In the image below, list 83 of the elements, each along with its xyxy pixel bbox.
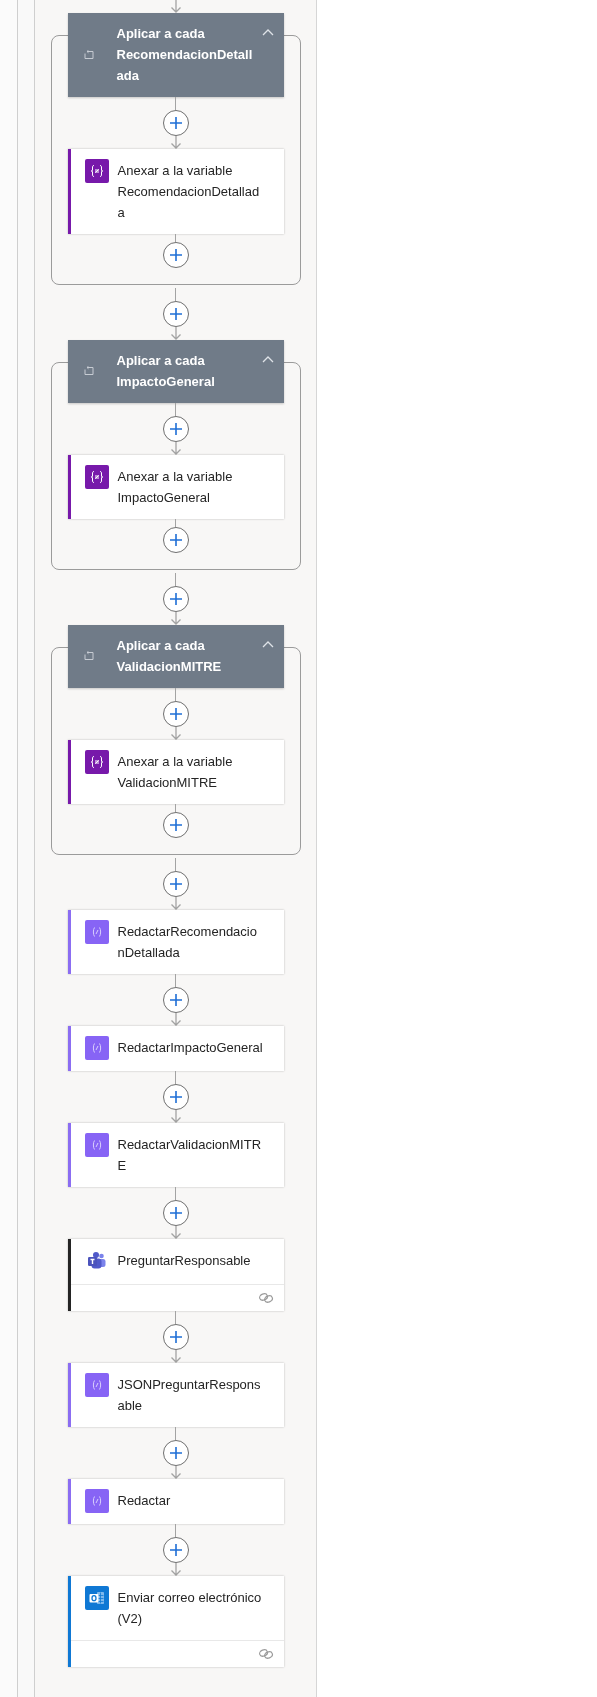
plus-icon — [168, 248, 183, 262]
connector-arrow — [169, 1466, 182, 1479]
add-step-button[interactable] — [162, 871, 189, 897]
variable-icon — [84, 465, 109, 489]
connector-arrow — [169, 0, 182, 13]
connector-arrow — [169, 1226, 182, 1239]
link-icon — [257, 1292, 274, 1304]
connector-arrow — [169, 1563, 182, 1576]
loop-header[interactable]: Aplicar a cada ValidacionMITRE — [67, 625, 284, 688]
loop-icon — [82, 49, 95, 60]
compose-icon — [84, 1133, 109, 1157]
action-title: Redactar — [117, 1492, 172, 1510]
action-title: JSONPreguntarResponsable — [117, 1376, 262, 1415]
loop-title: Aplicar a cada ImpactoGeneral — [116, 352, 216, 391]
loop-header[interactable]: Aplicar a cada ImpactoGeneral — [67, 340, 284, 403]
add-step-button[interactable] — [162, 242, 189, 268]
add-step-button[interactable] — [162, 701, 189, 727]
loop-title: Aplicar a cada RecomendacionDetallada — [116, 25, 254, 85]
action-card[interactable]: Redactar — [67, 1479, 284, 1524]
add-step-button[interactable] — [162, 987, 189, 1013]
action-card[interactable]: RedactarImpactoGeneral — [67, 1026, 284, 1071]
plus-icon — [168, 707, 183, 721]
loop-icon — [82, 651, 95, 661]
loop-header[interactable]: Aplicar a cada RecomendacionDetallada — [67, 13, 284, 97]
plus-icon — [168, 533, 183, 547]
connector-arrow — [169, 1013, 182, 1026]
action-card[interactable]: Enviar correo electrónico (V2) — [67, 1576, 284, 1667]
loop-icon — [82, 366, 95, 376]
connector-arrow — [169, 1350, 182, 1363]
plus-icon — [168, 116, 183, 130]
action-title: Anexar a la variable RecomendacionDetallada — [117, 162, 261, 222]
action-card[interactable]: PreguntarResponsable — [67, 1239, 284, 1311]
add-step-button[interactable] — [162, 416, 189, 442]
add-step-button[interactable] — [162, 1440, 189, 1466]
compose-icon — [84, 1036, 109, 1060]
plus-icon — [168, 1446, 183, 1460]
add-step-button[interactable] — [162, 301, 189, 327]
plus-icon — [168, 1330, 183, 1344]
connector-arrow — [169, 897, 182, 910]
action-title: Anexar a la variable ValidacionMITRE — [117, 753, 234, 792]
action-card[interactable]: RedactarValidacionMITRE — [67, 1123, 284, 1187]
connector-arrow — [169, 136, 182, 149]
action-title: RedactarRecomendacionDetallada — [117, 923, 258, 962]
plus-icon — [168, 1543, 183, 1557]
action-card[interactable]: JSONPreguntarResponsable — [67, 1363, 284, 1427]
action-title: Anexar a la variable ImpactoGeneral — [117, 468, 234, 507]
action-card[interactable]: RedactarRecomendacionDetallada — [67, 910, 284, 974]
add-step-button[interactable] — [162, 812, 189, 838]
plus-icon — [168, 592, 183, 606]
action-card[interactable]: Anexar a la variable ValidacionMITRE — [67, 740, 284, 804]
add-step-button[interactable] — [162, 527, 189, 553]
add-step-button[interactable] — [162, 110, 189, 136]
action-title: RedactarValidacionMITRE — [117, 1136, 263, 1175]
add-step-button[interactable] — [162, 1084, 189, 1110]
loop-title: Aplicar a cada ValidacionMITRE — [116, 637, 223, 676]
connector-arrow — [169, 442, 182, 455]
plus-icon — [168, 422, 183, 436]
connector-arrow — [169, 327, 182, 340]
action-title: RedactarImpactoGeneral — [117, 1039, 264, 1057]
link-icon — [257, 1648, 274, 1660]
connector-arrow — [169, 727, 182, 740]
variable-icon — [84, 750, 109, 774]
plus-icon — [168, 993, 183, 1007]
variable-icon — [84, 159, 109, 183]
action-card[interactable]: Anexar a la variable RecomendacionDetallada — [67, 149, 284, 234]
add-step-button[interactable] — [162, 1200, 189, 1226]
plus-icon — [168, 818, 183, 832]
add-step-button[interactable] — [162, 1324, 189, 1350]
plus-icon — [168, 1090, 183, 1104]
compose-icon — [84, 1489, 109, 1513]
plus-icon — [168, 307, 183, 321]
add-step-button[interactable] — [162, 1537, 189, 1563]
mail-icon — [84, 1586, 109, 1610]
action-title: Enviar correo electrónico (V2) — [117, 1589, 263, 1628]
add-step-button[interactable] — [162, 586, 189, 612]
connector-arrow — [169, 612, 182, 625]
connector-arrow — [169, 1110, 182, 1123]
plus-icon — [168, 1206, 183, 1220]
compose-icon — [84, 920, 109, 944]
action-title: PreguntarResponsable — [117, 1252, 252, 1270]
plus-icon — [168, 877, 183, 891]
compose-icon — [84, 1373, 109, 1397]
action-card[interactable]: Anexar a la variable ImpactoGeneral — [67, 455, 284, 519]
